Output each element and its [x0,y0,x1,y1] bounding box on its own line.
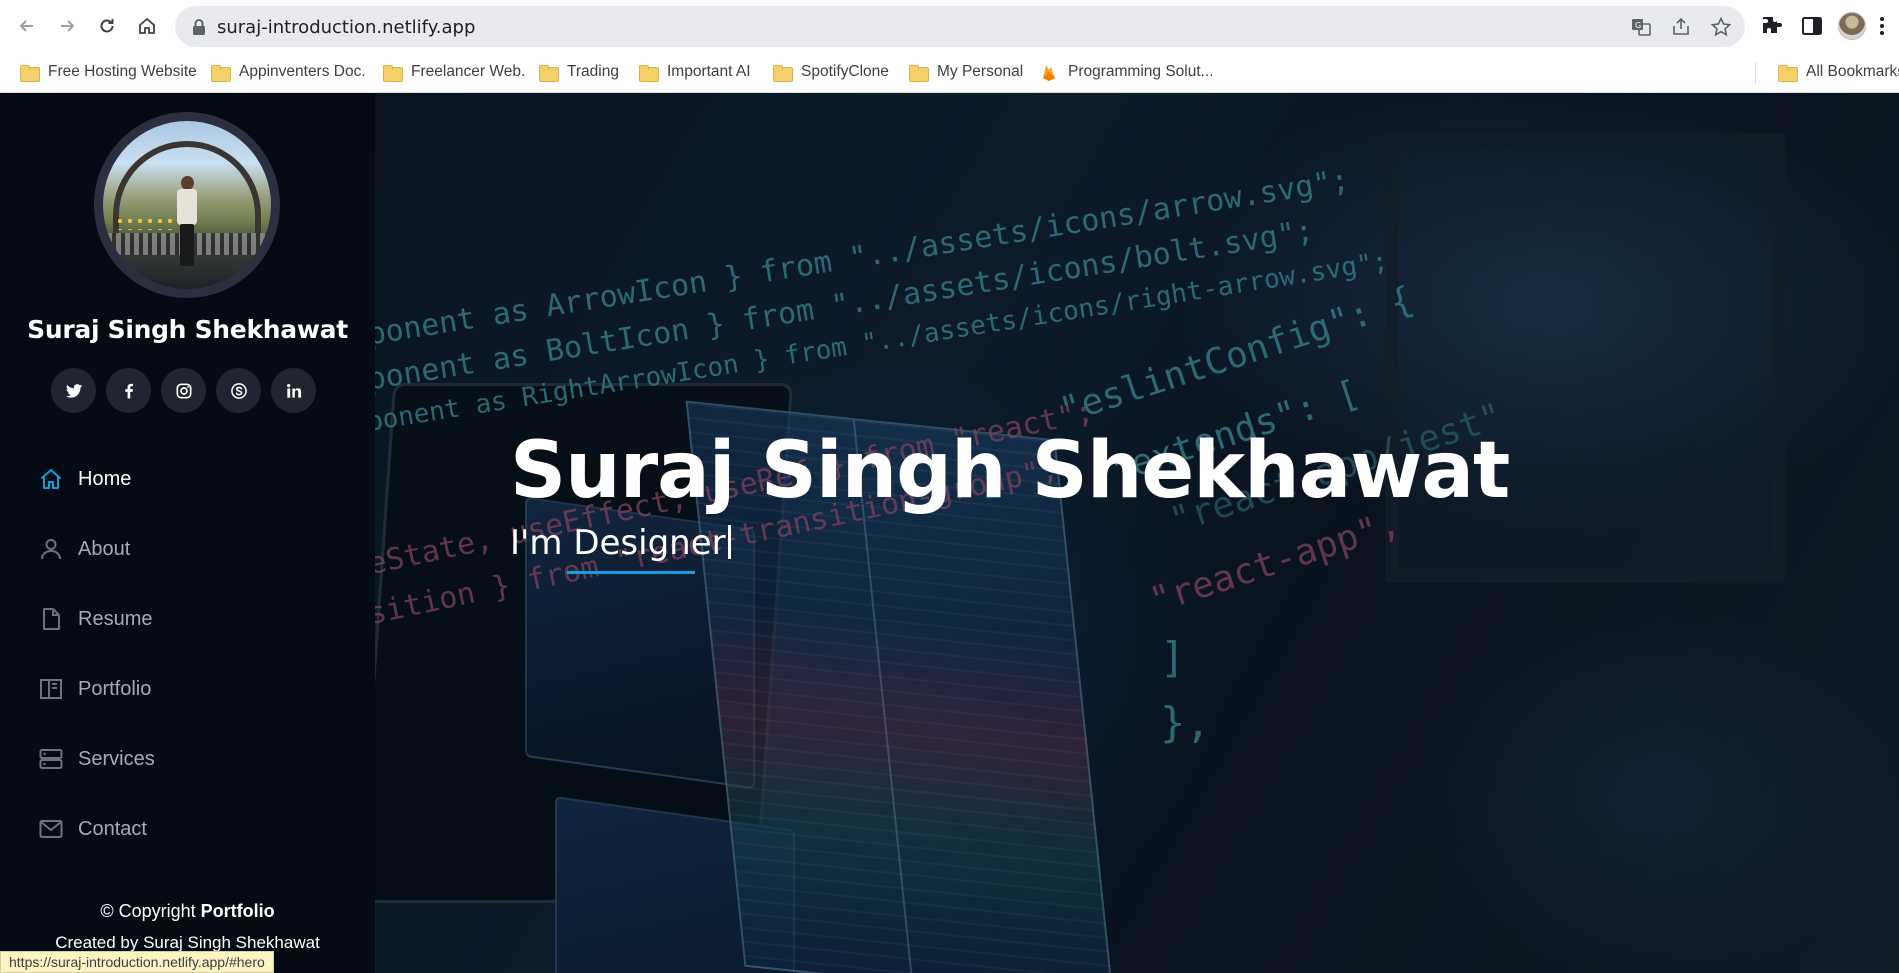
lock-icon [193,19,205,35]
reload-icon [100,19,114,33]
bookmark-label: SpotifyClone [801,63,889,80]
bookmarks-divider [1755,62,1756,84]
skype-link[interactable] [216,368,261,413]
nav-services[interactable]: Services [38,739,155,779]
bookmark-item[interactable]: Important AI [639,61,751,83]
copyright: © Copyright Portfolio [0,901,375,922]
svg-text:G: G [1635,21,1641,30]
instagram-link[interactable] [161,368,206,413]
extensions-icon[interactable] [1760,14,1784,38]
typed-prefix: I'm [510,523,563,563]
facebook-icon [124,383,133,398]
back-arrow-icon [19,20,33,32]
status-bar-url: https://suraj-introduction.netlify.app/#… [0,951,274,973]
copyright-brand: Portfolio [200,901,275,921]
linkedin-link[interactable] [271,368,316,413]
folder-icon [211,64,231,82]
all-bookmarks-button[interactable]: All Bookmarks [1778,61,1899,83]
bookmark-item[interactable]: My Personal [909,61,1023,83]
nav-label: Portfolio [78,677,152,700]
bookmark-item[interactable]: Programming Solut... [1040,61,1214,83]
browser-toolbar: suraj-introduction.netlify.app G [0,0,1899,52]
nav-label: Resume [78,607,153,630]
nav-label: Services [78,747,155,770]
envelope-icon [39,820,63,838]
credits: Created by Suraj Singh Shekhawat [55,933,320,952]
copyright-text: © Copyright [100,901,196,921]
hero-title: Suraj Singh Shekhawat [510,426,1510,516]
home-icon [40,469,62,489]
back-button[interactable] [12,11,42,41]
skype-icon [230,382,247,399]
share-icon[interactable] [1670,16,1692,38]
home-button[interactable] [132,11,162,41]
linkedin-icon [286,383,301,398]
hero-section: ponent as ArrowIcon } from "../assets/ic… [375,93,1899,973]
typed-underline [567,571,695,574]
folder-icon [773,64,793,82]
translate-icon[interactable]: G [1630,16,1652,38]
url-text[interactable]: suraj-introduction.netlify.app [217,17,475,38]
nav-label: Contact [78,817,147,840]
reload-button[interactable] [92,11,122,41]
forward-arrow-icon [61,20,75,32]
profile-photo [94,112,280,298]
profile-photo-image [103,121,271,289]
bookmark-label: Freelancer Web. [411,63,526,80]
nav-portfolio[interactable]: Portfolio [38,669,151,709]
bookmark-label: Important AI [667,63,751,80]
nav-resume[interactable]: Resume [38,599,152,639]
person-icon [41,539,61,560]
profile-name: Suraj Singh Shekhawat [27,315,348,344]
page-content: Suraj Singh Shekhawat Home About Resume [0,93,1899,973]
nav-contact[interactable]: Contact [38,809,147,849]
bookmark-item[interactable]: SpotifyClone [773,61,889,83]
sidebar: Suraj Singh Shekhawat Home About Resume [0,93,375,973]
bookmark-label: Free Hosting Website [48,63,197,80]
typed-word: Designer [573,523,726,563]
side-panel-icon[interactable] [1800,14,1824,38]
bookmark-label: All Bookmarks [1806,63,1899,80]
home-outline-icon [139,17,155,34]
bookmark-item[interactable]: Free Hosting Website [20,61,197,83]
bookmark-label: Programming Solut... [1068,63,1214,80]
forward-button[interactable] [52,11,82,41]
file-icon [43,608,60,630]
twitter-icon [65,383,82,398]
server-icon [39,749,63,769]
twitter-link[interactable] [51,368,96,413]
folder-icon [539,64,559,82]
instagram-icon [176,383,191,398]
more-vert-icon[interactable] [1870,14,1894,38]
bookmark-label: Trading [567,63,619,80]
portfolio-icon [40,679,62,699]
bookmark-item[interactable]: Trading [539,61,619,83]
typing-cursor [727,525,731,559]
bookmark-item[interactable]: Freelancer Web. [383,61,525,83]
folder-icon [639,64,659,82]
bookmark-label: Appinventers Doc. [239,63,366,80]
bookmarks-bar: Free Hosting Website Appinventers Doc. F… [0,52,1899,93]
nav-label: About [78,537,131,560]
folder-icon [20,64,40,82]
bookmark-item[interactable]: Appinventers Doc. [211,61,366,83]
facebook-link[interactable] [106,368,151,413]
folder-icon [383,64,403,82]
address-bar[interactable]: suraj-introduction.netlify.app G [175,6,1745,47]
folder-icon [909,64,929,82]
folder-icon [1778,64,1798,82]
firebase-icon [1043,65,1055,81]
profile-avatar[interactable] [1838,12,1866,40]
nav-about[interactable]: About [38,529,130,569]
bookmark-star-icon[interactable] [1710,16,1732,38]
bookmark-label: My Personal [937,63,1024,80]
nav-label: Home [78,467,132,490]
hero-typed-text: I'm Designer [510,523,731,574]
nav-home[interactable]: Home [38,459,131,499]
